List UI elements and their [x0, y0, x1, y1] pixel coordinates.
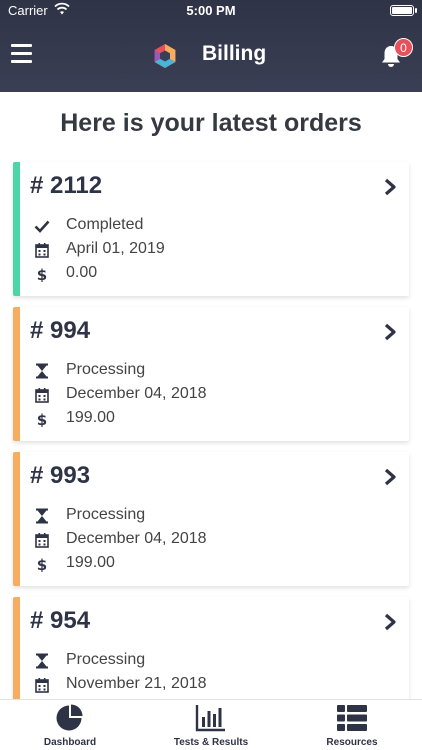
- tab-dashboard[interactable]: Dashboard: [0, 700, 140, 750]
- order-number: # 993: [30, 462, 91, 489]
- order-number: # 994: [30, 317, 91, 344]
- notification-badge: 0: [394, 38, 413, 57]
- dollar-icon: $: [37, 556, 47, 572]
- order-number: # 954: [30, 607, 91, 634]
- hourglass-icon: [36, 508, 48, 524]
- tab-label: Dashboard: [43, 737, 97, 748]
- order-card[interactable]: # 2112 Completed April 01, 2019 $ 0.00: [13, 162, 409, 296]
- order-amount: 199.00: [66, 409, 115, 426]
- status-bar: Carrier 5:00 PM: [0, 0, 422, 22]
- status-time: 5:00 PM: [186, 3, 236, 18]
- app-header: Carrier 5:00 PM Billing 0: [0, 0, 422, 92]
- order-status: Processing: [66, 651, 146, 668]
- tab-resources[interactable]: Resources: [282, 700, 422, 750]
- dollar-icon: $: [37, 266, 47, 282]
- chevron-right-icon: [384, 468, 396, 486]
- header-title: Billing: [202, 42, 267, 65]
- hourglass-icon: [36, 653, 48, 669]
- menu-button[interactable]: [11, 44, 32, 64]
- hourglass-icon: [36, 363, 48, 379]
- tab-label: Tests & Results: [173, 737, 249, 748]
- bar-chart-icon: [195, 705, 225, 732]
- tab-tests-results[interactable]: Tests & Results: [141, 700, 281, 750]
- chevron-right-icon: [384, 613, 396, 631]
- tab-bar: Dashboard Tests & Results Resources: [0, 699, 422, 750]
- chevron-right-icon: [384, 323, 396, 341]
- order-date: November 21, 2018: [66, 675, 207, 692]
- order-date: December 04, 2018: [66, 530, 207, 547]
- calendar-icon: [35, 533, 49, 548]
- order-card[interactable]: # 994 Processing December 04, 2018 $ 199…: [13, 307, 409, 441]
- order-amount: 199.00: [66, 554, 115, 571]
- check-icon: [34, 220, 50, 233]
- order-number: # 2112: [30, 172, 103, 199]
- svg-text:$: $: [37, 266, 47, 282]
- calendar-icon: [35, 243, 49, 258]
- tab-label: Resources: [326, 737, 378, 748]
- svg-text:$: $: [37, 556, 47, 572]
- orders-content: Here is your latest orders # 2112 Comple…: [0, 92, 422, 699]
- svg-text:$: $: [37, 411, 47, 427]
- page-title: Here is your latest orders: [60, 109, 362, 137]
- order-amount: 0.00: [66, 264, 98, 281]
- list-icon: [337, 705, 367, 731]
- calendar-icon: [35, 388, 49, 403]
- chevron-right-icon: [384, 178, 396, 196]
- order-status: Completed: [66, 216, 144, 233]
- app-logo-icon: [154, 44, 176, 68]
- order-status: Processing: [66, 361, 146, 378]
- battery-icon: [390, 5, 417, 16]
- dollar-icon: $: [37, 411, 47, 427]
- order-date: April 01, 2019: [66, 240, 165, 257]
- order-status: Processing: [66, 506, 146, 523]
- order-card[interactable]: # 954 Processing November 21, 2018: [13, 597, 409, 699]
- order-date: December 04, 2018: [66, 385, 207, 402]
- pie-chart-icon: [56, 704, 83, 731]
- order-card[interactable]: # 993 Processing December 04, 2018 $ 199…: [13, 452, 409, 586]
- calendar-icon: [35, 678, 49, 693]
